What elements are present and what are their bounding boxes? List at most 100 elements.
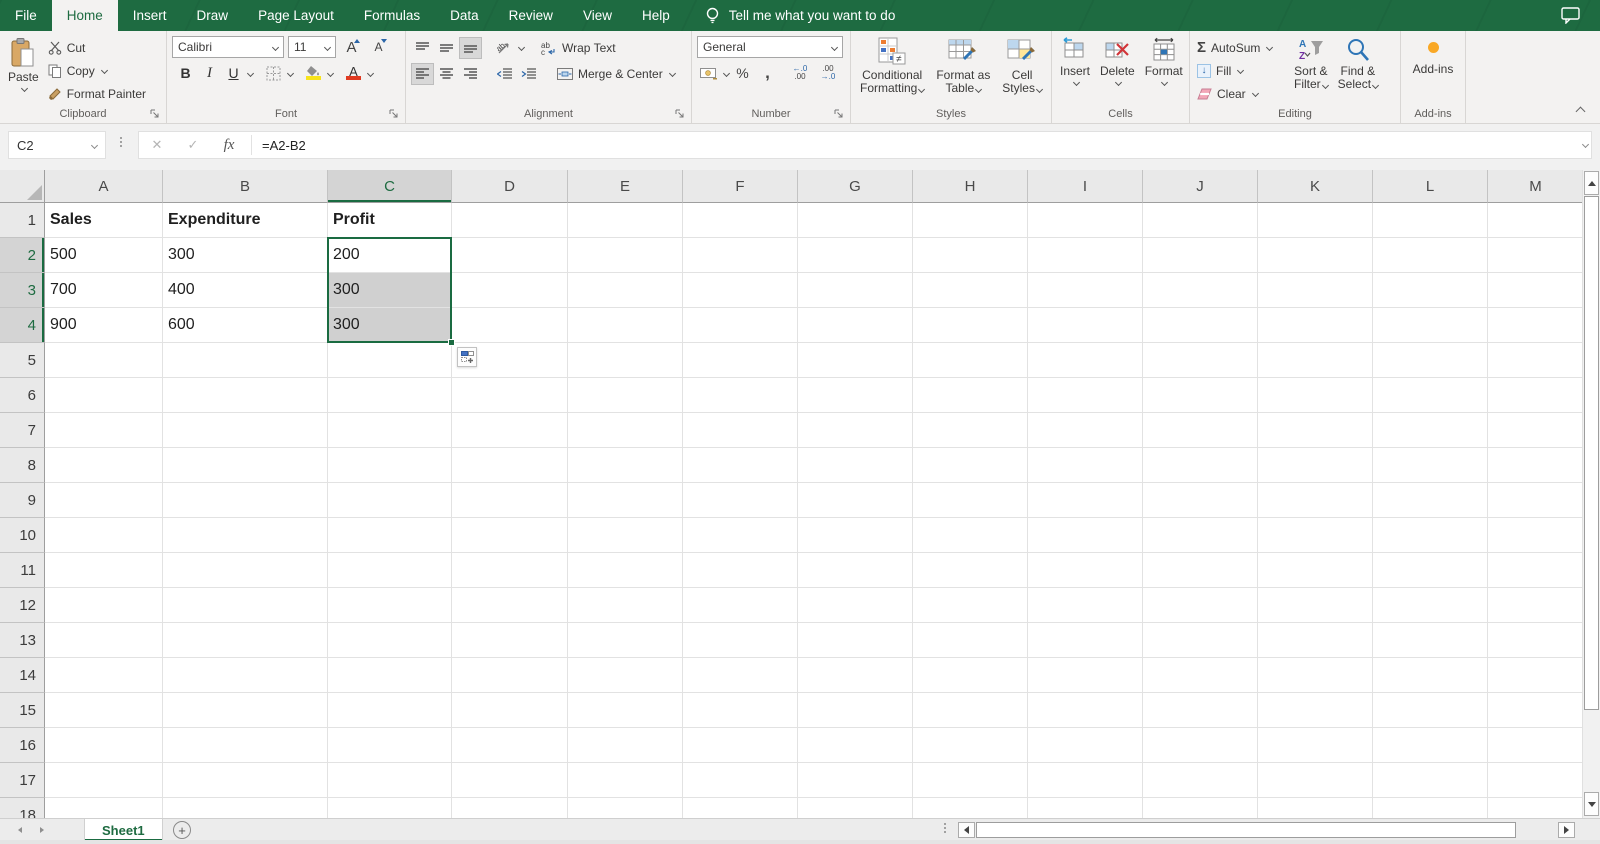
cell-M15[interactable]: [1488, 693, 1582, 728]
cell-D3[interactable]: [452, 273, 568, 308]
cell-I13[interactable]: [1028, 623, 1143, 658]
autosum-dropdown-icon[interactable]: [1266, 44, 1273, 51]
row-header-3[interactable]: 3: [0, 273, 45, 308]
cell-G13[interactable]: [798, 623, 913, 658]
accounting-dropdown-icon[interactable]: [723, 69, 730, 76]
cell-D17[interactable]: [452, 763, 568, 798]
cell-F12[interactable]: [683, 588, 798, 623]
cell-C5[interactable]: [328, 343, 452, 378]
cell-B9[interactable]: [163, 483, 328, 518]
cell-F3[interactable]: [683, 273, 798, 308]
cell-A18[interactable]: [45, 798, 163, 818]
font-color-dropdown-icon[interactable]: [367, 69, 374, 76]
column-header-I[interactable]: I: [1028, 170, 1143, 203]
cell-D7[interactable]: [452, 413, 568, 448]
cell-A7[interactable]: [45, 413, 163, 448]
cell-C1[interactable]: Profit: [328, 203, 452, 238]
cell-H15[interactable]: [913, 693, 1028, 728]
cell-L1[interactable]: [1373, 203, 1488, 238]
cell-H1[interactable]: [913, 203, 1028, 238]
cell-A4[interactable]: 900: [45, 308, 163, 343]
cell-D6[interactable]: [452, 378, 568, 413]
cell-A15[interactable]: [45, 693, 163, 728]
cell-G9[interactable]: [798, 483, 913, 518]
cell-K1[interactable]: [1258, 203, 1373, 238]
cell-G10[interactable]: [798, 518, 913, 553]
column-header-M[interactable]: M: [1488, 170, 1582, 203]
cell-H17[interactable]: [913, 763, 1028, 798]
cell-K16[interactable]: [1258, 728, 1373, 763]
cell-D18[interactable]: [452, 798, 568, 818]
column-header-G[interactable]: G: [798, 170, 913, 203]
cell-L13[interactable]: [1373, 623, 1488, 658]
cell-J14[interactable]: [1143, 658, 1258, 693]
find-select-button[interactable]: Find & Select: [1333, 34, 1383, 94]
cell-M7[interactable]: [1488, 413, 1582, 448]
row-header-2[interactable]: 2: [0, 238, 45, 273]
cell-J7[interactable]: [1143, 413, 1258, 448]
cell-B12[interactable]: [163, 588, 328, 623]
cell-A17[interactable]: [45, 763, 163, 798]
insert-function-icon[interactable]: fx: [211, 137, 247, 154]
font-color-button[interactable]: A: [342, 62, 365, 84]
cell-H3[interactable]: [913, 273, 1028, 308]
cell-K7[interactable]: [1258, 413, 1373, 448]
font-name-combo[interactable]: Calibri: [172, 36, 284, 58]
menu-tab-draw[interactable]: Draw: [182, 0, 244, 31]
cell-A8[interactable]: [45, 448, 163, 483]
orientation-dropdown-icon[interactable]: [518, 44, 525, 51]
cell-K15[interactable]: [1258, 693, 1373, 728]
cell-J5[interactable]: [1143, 343, 1258, 378]
bold-button[interactable]: B: [174, 62, 197, 84]
scroll-up-button[interactable]: [1584, 171, 1599, 195]
cell-G7[interactable]: [798, 413, 913, 448]
cell-K9[interactable]: [1258, 483, 1373, 518]
cell-C17[interactable]: [328, 763, 452, 798]
cell-D10[interactable]: [452, 518, 568, 553]
cell-K5[interactable]: [1258, 343, 1373, 378]
cell-K3[interactable]: [1258, 273, 1373, 308]
row-header-10[interactable]: 10: [0, 518, 45, 553]
cell-I7[interactable]: [1028, 413, 1143, 448]
cell-F14[interactable]: [683, 658, 798, 693]
accounting-format-button[interactable]: [697, 62, 720, 84]
copy-dropdown-icon[interactable]: [101, 67, 108, 74]
cell-A10[interactable]: [45, 518, 163, 553]
cell-J8[interactable]: [1143, 448, 1258, 483]
cell-G4[interactable]: [798, 308, 913, 343]
cell-B8[interactable]: [163, 448, 328, 483]
cell-I16[interactable]: [1028, 728, 1143, 763]
cell-K6[interactable]: [1258, 378, 1373, 413]
cell-J2[interactable]: [1143, 238, 1258, 273]
cell-E3[interactable]: [568, 273, 683, 308]
cell-F7[interactable]: [683, 413, 798, 448]
cell-K13[interactable]: [1258, 623, 1373, 658]
cell-A9[interactable]: [45, 483, 163, 518]
clipboard-dialog-launcher[interactable]: [150, 109, 160, 119]
cell-E17[interactable]: [568, 763, 683, 798]
cell-K11[interactable]: [1258, 553, 1373, 588]
column-header-F[interactable]: F: [683, 170, 798, 203]
cell-J17[interactable]: [1143, 763, 1258, 798]
align-left-button[interactable]: [411, 63, 434, 85]
shrink-font-button[interactable]: A: [367, 36, 390, 58]
cell-J4[interactable]: [1143, 308, 1258, 343]
cell-B1[interactable]: Expenditure: [163, 203, 328, 238]
cell-E6[interactable]: [568, 378, 683, 413]
scroll-left-button[interactable]: [958, 822, 975, 838]
collapse-ribbon-icon[interactable]: [1576, 107, 1586, 117]
cell-H9[interactable]: [913, 483, 1028, 518]
cell-B6[interactable]: [163, 378, 328, 413]
cell-B2[interactable]: 300: [163, 238, 328, 273]
row-header-13[interactable]: 13: [0, 623, 45, 658]
cell-D12[interactable]: [452, 588, 568, 623]
cell-H14[interactable]: [913, 658, 1028, 693]
sheet-tab-sheet1[interactable]: Sheet1: [84, 819, 163, 841]
cell-C12[interactable]: [328, 588, 452, 623]
cell-E13[interactable]: [568, 623, 683, 658]
menu-tab-help[interactable]: Help: [627, 0, 685, 31]
cell-H16[interactable]: [913, 728, 1028, 763]
cell-E18[interactable]: [568, 798, 683, 818]
scroll-right-button[interactable]: [1558, 822, 1575, 838]
format-painter-button[interactable]: Format Painter: [44, 82, 150, 105]
